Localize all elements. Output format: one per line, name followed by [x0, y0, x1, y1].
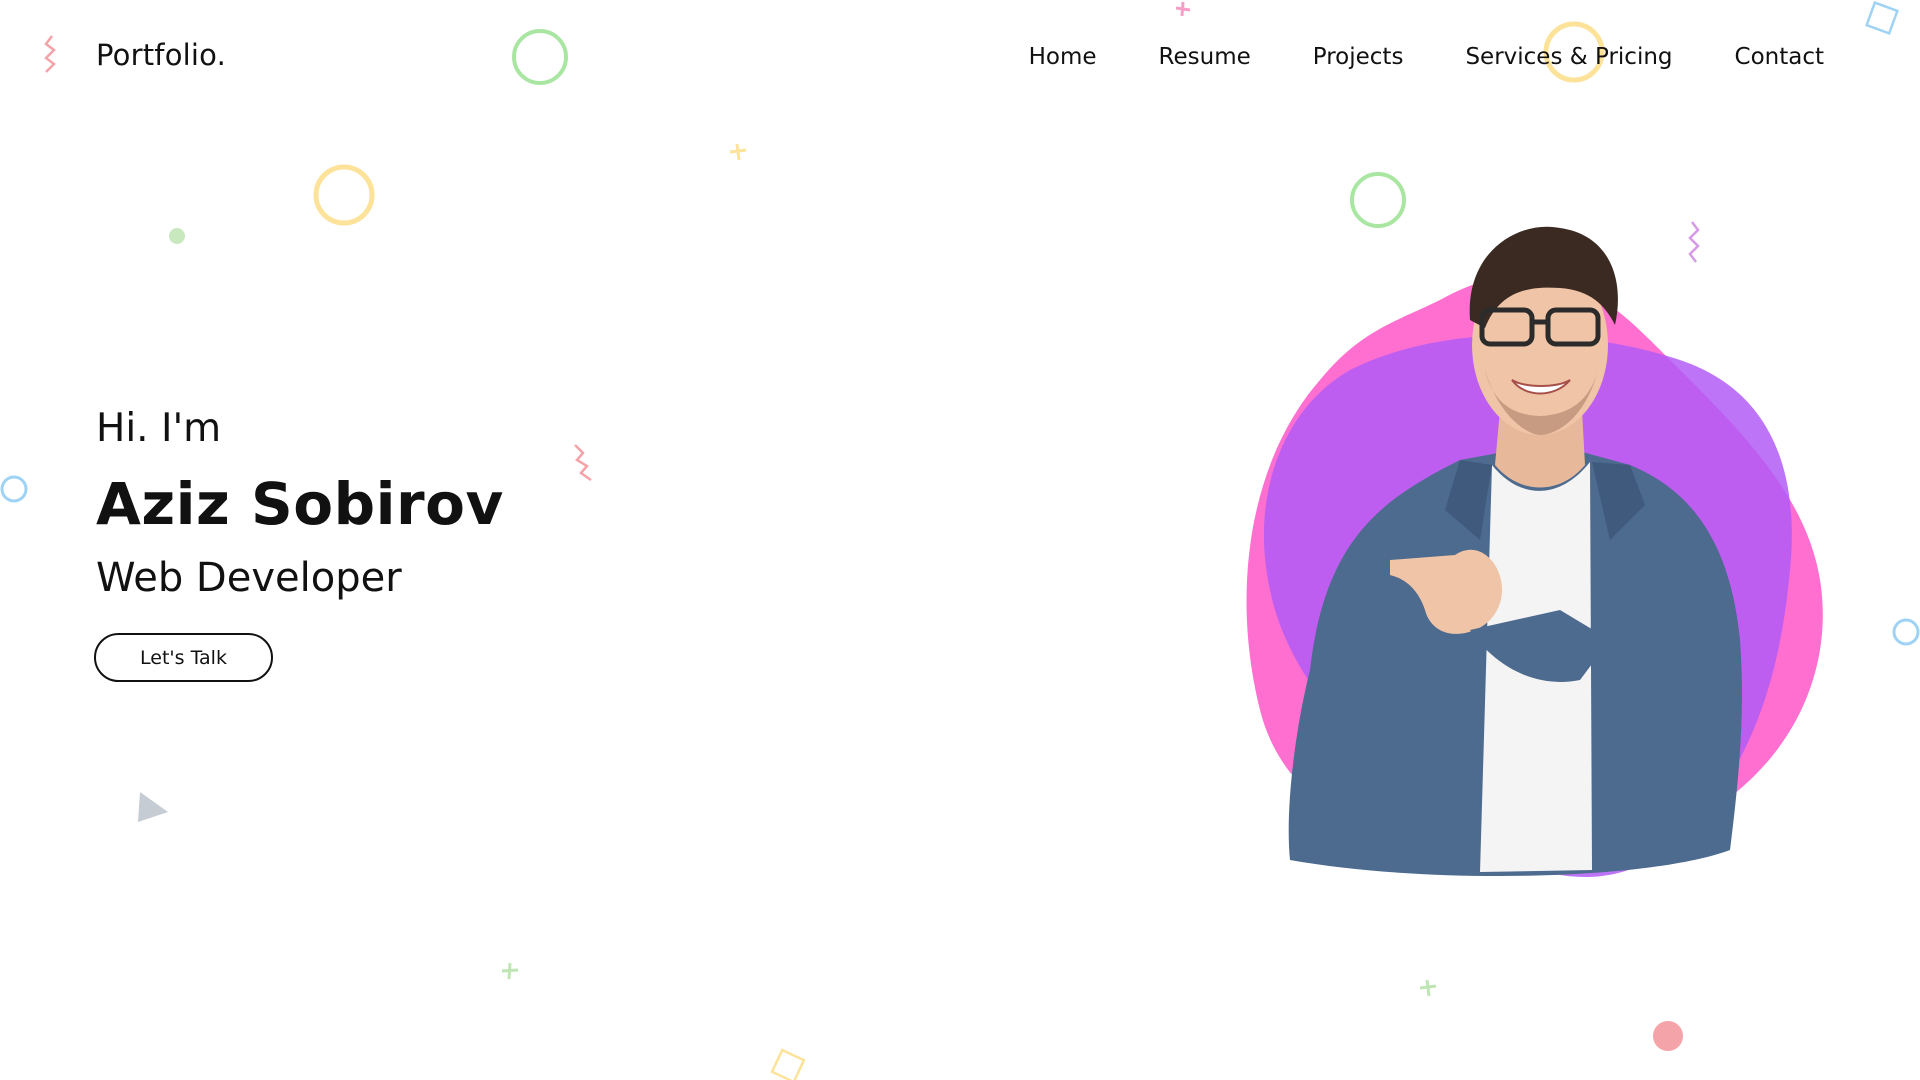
red-dot-icon — [1653, 1021, 1683, 1051]
hero-portrait — [1246, 226, 1823, 878]
nav-contact[interactable]: Contact — [1735, 44, 1824, 70]
hero-role: Web Developer — [96, 555, 402, 601]
green-dot-icon — [169, 228, 185, 244]
blue-square-icon — [1865, 1, 1899, 35]
green-circle-icon — [512, 29, 568, 85]
nav-services-pricing[interactable]: Services & Pricing — [1465, 44, 1672, 70]
portfolio-page: Portfolio. Home Resume Projects Services… — [0, 0, 1920, 1080]
nav-projects[interactable]: Projects — [1313, 44, 1404, 70]
hero-greeting: Hi. I'm — [96, 406, 222, 451]
lets-talk-button[interactable]: Let's Talk — [94, 633, 273, 682]
green-plus-icon — [501, 962, 519, 980]
person-photo-icon — [1288, 226, 1742, 877]
red-zigzag-icon — [574, 444, 592, 482]
yellow-circle-icon — [313, 164, 375, 226]
pink-plus-icon — [1175, 1, 1191, 17]
brand-logo[interactable]: Portfolio. — [96, 38, 226, 72]
nav-home[interactable]: Home — [1029, 44, 1097, 70]
gray-triangle-icon — [138, 792, 168, 822]
blue-circle-icon — [1892, 618, 1920, 646]
blue-circle-icon — [0, 475, 28, 503]
main-nav: Home Resume Projects Services & Pricing … — [1029, 44, 1824, 70]
hero-name: Aziz Sobirov — [96, 470, 504, 538]
yellow-plus-icon — [729, 143, 747, 161]
pink-zigzag-icon — [44, 35, 56, 73]
yellow-square-icon — [770, 1048, 806, 1080]
nav-resume[interactable]: Resume — [1159, 44, 1251, 70]
green-plus-icon — [1419, 979, 1437, 997]
